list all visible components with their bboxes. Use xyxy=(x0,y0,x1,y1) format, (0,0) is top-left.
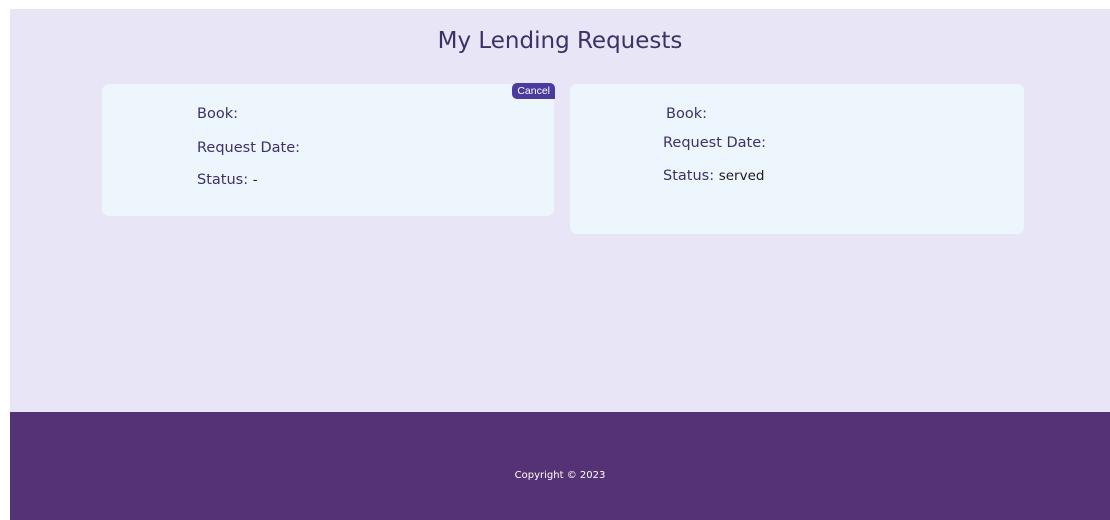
request-date-field: Request Date: xyxy=(663,135,766,151)
book-label: Book: xyxy=(666,106,707,122)
status-field: Status: served xyxy=(663,168,764,184)
lending-request-card: Book: Request Date: Status: served xyxy=(570,84,1024,234)
status-label: Status: xyxy=(197,172,249,188)
footer: Copyright © 2023 xyxy=(10,412,1110,520)
status-value: served xyxy=(718,168,765,184)
lending-request-card: Cancel Book: Request Date: Status: - xyxy=(102,83,555,216)
status-value: - xyxy=(252,172,258,188)
page-title: My Lending Requests xyxy=(437,28,683,54)
book-field: Book: xyxy=(197,106,238,122)
cancel-button[interactable]: Cancel xyxy=(512,83,555,99)
book-field: Book: xyxy=(666,106,707,122)
request-date-label: Request Date: xyxy=(663,135,767,151)
request-date-field: Request Date: xyxy=(197,140,300,156)
request-date-label: Request Date: xyxy=(197,140,301,156)
status-field: Status: - xyxy=(197,172,258,188)
status-label: Status: xyxy=(663,168,715,184)
copyright-text: Copyright © 2023 xyxy=(514,470,606,481)
page-container: My Lending Requests Cancel Book: Request… xyxy=(10,9,1110,520)
book-label: Book: xyxy=(197,106,238,122)
